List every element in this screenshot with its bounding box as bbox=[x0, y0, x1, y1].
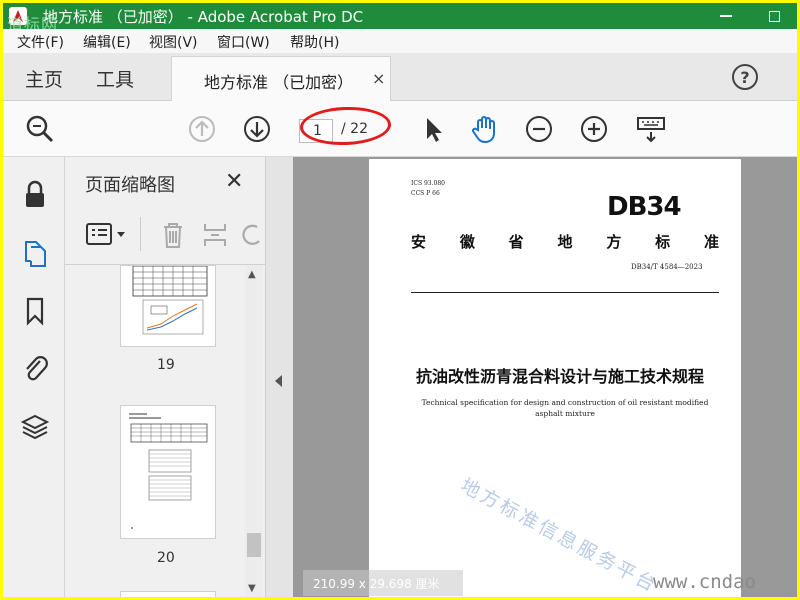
zoom-in-icon[interactable] bbox=[577, 112, 611, 146]
maximize-button[interactable] bbox=[751, 3, 797, 29]
tab-bar: 主页 工具 地方标准 （已加密） × ? bbox=[3, 53, 797, 101]
document-title-english: Technical specification for design and c… bbox=[421, 398, 709, 418]
minimize-icon bbox=[720, 15, 732, 17]
document-title-chinese: 抗油改性沥青混合料设计与施工技术规程 bbox=[416, 367, 705, 386]
keyboard-input-icon[interactable] bbox=[634, 112, 668, 146]
menu-edit[interactable]: 编辑(E) bbox=[83, 32, 131, 52]
menu-help[interactable]: 帮助(H) bbox=[290, 32, 339, 52]
thumbnail-options-icon[interactable] bbox=[85, 221, 129, 249]
minimize-button[interactable] bbox=[703, 3, 749, 29]
zoom-search-icon[interactable] bbox=[23, 112, 57, 146]
toolbar: 1 / 22 bbox=[3, 101, 797, 157]
maximize-icon bbox=[768, 10, 780, 22]
navigation-rail bbox=[3, 157, 65, 597]
select-cursor-icon[interactable] bbox=[416, 112, 450, 146]
thumbnails-scrollbar[interactable]: ▲ ▼ bbox=[245, 265, 263, 597]
layers-icon[interactable] bbox=[20, 411, 50, 443]
delete-page-icon[interactable] bbox=[159, 219, 187, 251]
menu-file[interactable]: 文件(F) bbox=[17, 32, 64, 52]
province-char: 省 bbox=[508, 233, 524, 251]
thumbnails-panel-title: 页面缩略图 bbox=[85, 175, 175, 196]
standard-code: DB34/T 4584—2023 bbox=[631, 263, 703, 271]
rotate-page-icon[interactable] bbox=[241, 219, 263, 251]
help-icon[interactable]: ? bbox=[732, 64, 758, 90]
collapse-panel-handle[interactable] bbox=[265, 157, 293, 597]
title-bar: 道标网 地方标准 （已加密） - Adobe Acrobat Pro DC bbox=[3, 3, 797, 34]
toolbar-separator bbox=[140, 217, 141, 251]
province-char: 准 bbox=[703, 233, 719, 251]
thumbnail-page-number: 20 bbox=[157, 550, 175, 566]
extract-page-icon[interactable] bbox=[201, 219, 229, 251]
previous-page-icon[interactable] bbox=[185, 112, 219, 146]
document-page: ICS 93.080 CCS P 66 DB34 安 徽 省 地 方 标 准 D… bbox=[369, 159, 741, 597]
collapse-arrow-icon bbox=[275, 375, 282, 387]
province-heading: 安 徽 省 地 方 标 准 bbox=[411, 231, 719, 252]
province-char: 徽 bbox=[459, 233, 475, 251]
province-char: 安 bbox=[411, 233, 427, 251]
menu-view[interactable]: 视图(V) bbox=[149, 32, 198, 52]
attachment-icon[interactable] bbox=[20, 351, 50, 383]
header-rule bbox=[411, 292, 719, 293]
bookmark-icon[interactable] bbox=[20, 295, 50, 327]
tab-document-label: 地方标准 （已加密） bbox=[204, 73, 354, 92]
acrobat-window: 道标网 地方标准 （已加密） - Adobe Acrobat Pro DC 文件… bbox=[3, 3, 797, 597]
window-title: 地方标准 （已加密） - Adobe Acrobat Pro DC bbox=[43, 8, 364, 26]
province-char: 标 bbox=[655, 233, 671, 251]
site-watermark: www.cndao bbox=[653, 571, 756, 593]
menu-bar: 文件(F) 编辑(E) 视图(V) 窗口(W) 帮助(H) bbox=[3, 29, 797, 53]
page-thumbnail[interactable] bbox=[120, 265, 216, 347]
page-thumbnail[interactable] bbox=[120, 405, 216, 539]
page-size-readout: 210.99 x 29.698 厘米 bbox=[303, 570, 463, 596]
lock-icon[interactable] bbox=[20, 179, 50, 211]
thumbnails-close-button[interactable]: ✕ bbox=[225, 169, 243, 194]
document-view[interactable]: ICS 93.080 CCS P 66 DB34 安 徽 省 地 方 标 准 D… bbox=[293, 157, 797, 597]
menu-window[interactable]: 窗口(W) bbox=[217, 32, 270, 52]
ccs-code: CCS P 66 bbox=[411, 190, 440, 197]
tab-document[interactable]: 地方标准 （已加密） × bbox=[171, 56, 391, 101]
ics-code: ICS 93.080 bbox=[411, 180, 445, 187]
thumbnails-toolbar bbox=[65, 209, 265, 265]
tab-tools[interactable]: 工具 bbox=[96, 65, 134, 92]
tab-home[interactable]: 主页 bbox=[25, 65, 63, 92]
hand-tool-icon[interactable] bbox=[468, 112, 502, 146]
thumbnails-panel: 页面缩略图 ✕ 19 20 ▲ ▼ bbox=[65, 157, 265, 597]
tab-close-button[interactable]: × bbox=[372, 69, 385, 88]
province-char: 地 bbox=[557, 233, 573, 251]
province-char: 方 bbox=[606, 233, 622, 251]
scroll-down-icon[interactable]: ▼ bbox=[248, 583, 256, 594]
zoom-out-icon[interactable] bbox=[522, 112, 556, 146]
page-thumbnail[interactable] bbox=[120, 591, 216, 597]
db-standard-logo: DB34 bbox=[607, 192, 682, 222]
page-thumbnails-icon[interactable] bbox=[20, 237, 50, 269]
document-watermark: 地方标准信息服务平台 bbox=[456, 474, 662, 597]
scroll-up-icon[interactable]: ▲ bbox=[248, 269, 256, 280]
next-page-icon[interactable] bbox=[240, 112, 274, 146]
thumbnail-page-number: 19 bbox=[157, 357, 175, 373]
scrollbar-thumb[interactable] bbox=[247, 533, 261, 557]
thumbnails-list[interactable]: 19 20 bbox=[65, 265, 243, 597]
